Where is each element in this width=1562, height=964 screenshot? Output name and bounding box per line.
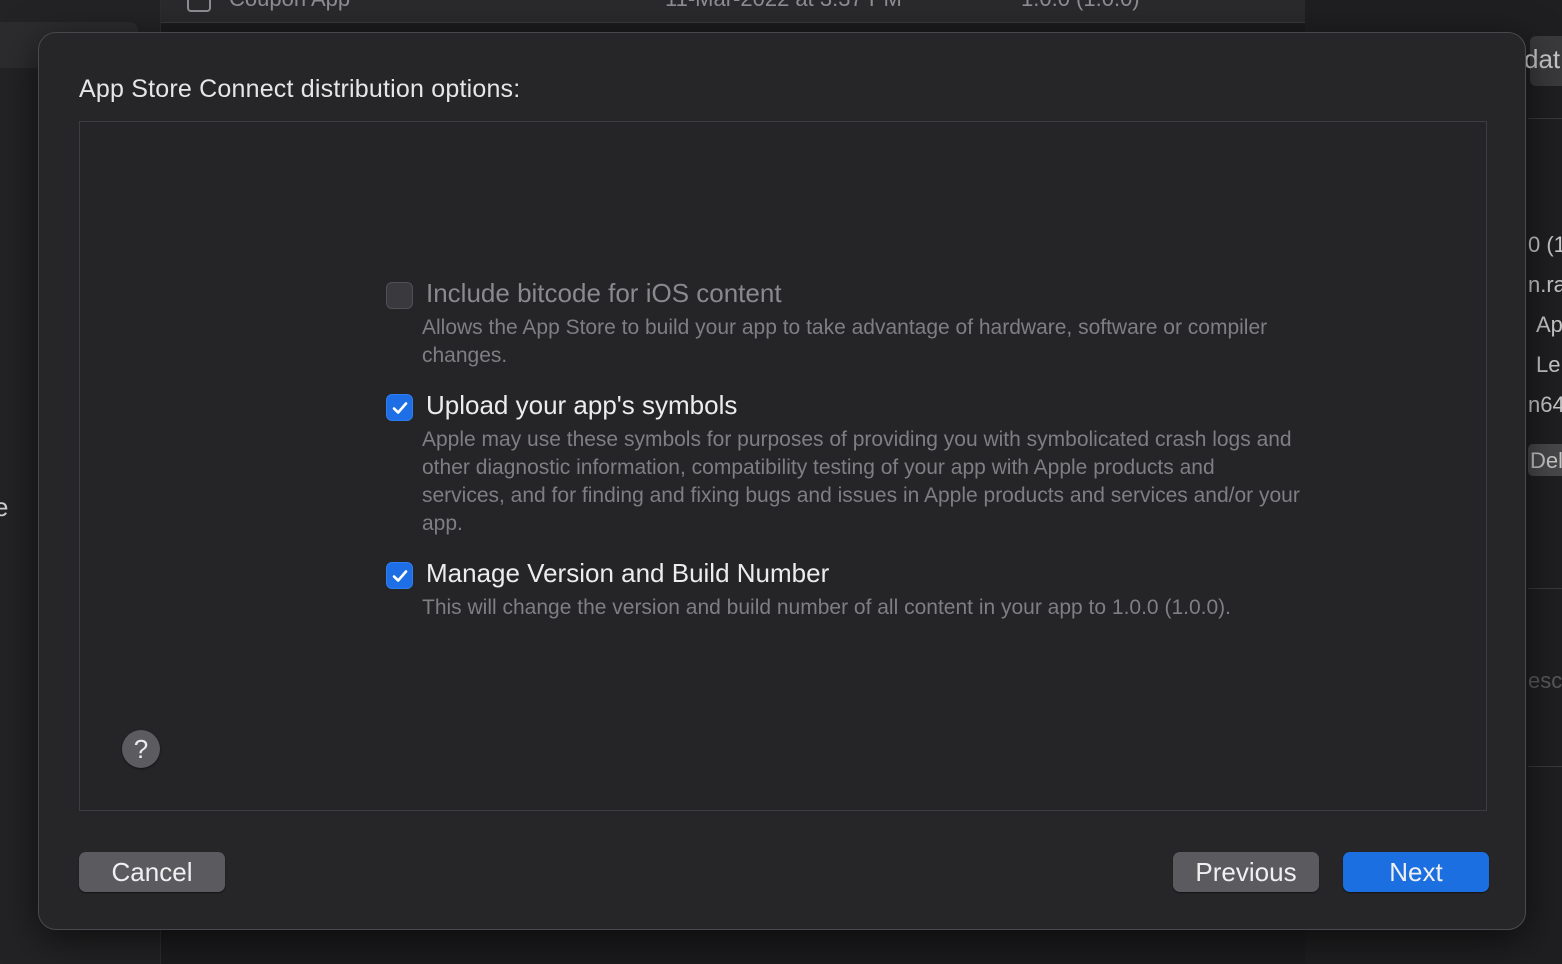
archive-date: 11-Mar-2022 at 3:37 PM [665, 0, 902, 12]
next-button[interactable]: Next [1343, 852, 1489, 892]
background-inspector-text: 0 (1 [1528, 232, 1562, 257]
background-inspector-text: Del [1530, 448, 1562, 473]
distribution-options-sheet: App Store Connect distribution options: … [38, 32, 1526, 930]
archive-name: Coupon App [229, 0, 350, 12]
previous-button[interactable]: Previous [1173, 852, 1319, 892]
background-divider [1528, 588, 1562, 589]
bitcode-checkbox [386, 282, 413, 309]
background-inspector-text: n.ra [1528, 272, 1562, 297]
background-inspector-text: Le [1536, 352, 1561, 377]
bitcode-label: Include bitcode for iOS content [426, 278, 782, 308]
checkmark-icon [392, 570, 408, 582]
background-inspector-text: dat [1524, 44, 1561, 74]
background-inspector-text: n64 [1528, 392, 1562, 417]
bitcode-description: Allows the App Store to build your app t… [422, 316, 1268, 367]
upload-symbols-label[interactable]: Upload your app's symbols [426, 390, 737, 421]
upload-symbols-checkbox[interactable] [386, 394, 413, 421]
manage-version-checkbox[interactable] [386, 562, 413, 589]
upload-symbols-description: Apple may use these symbols for purposes… [422, 428, 1300, 535]
background-inspector-text: Ap [1536, 312, 1562, 337]
options-panel: Include bitcode for iOS content Allows t… [79, 121, 1487, 811]
archive-version: 1.0.0 (1.0.0) [1021, 0, 1140, 12]
background-archive-row: Coupon App 11-Mar-2022 at 3:37 PM 1.0.0 … [161, 0, 1305, 23]
sheet-title: App Store Connect distribution options: [79, 75, 521, 103]
background-divider [1528, 118, 1562, 119]
background-sidebar-text: e [0, 492, 9, 522]
manage-version-description: This will change the version and build n… [422, 596, 1231, 619]
background-inspector-text: esc [1528, 668, 1562, 693]
question-mark-icon[interactable]: ? [122, 730, 160, 768]
manage-version-label[interactable]: Manage Version and Build Number [426, 558, 829, 589]
checkmark-icon [392, 402, 408, 414]
cancel-button[interactable]: Cancel [79, 852, 225, 892]
background-divider [1528, 766, 1562, 767]
archive-icon [187, 0, 211, 12]
